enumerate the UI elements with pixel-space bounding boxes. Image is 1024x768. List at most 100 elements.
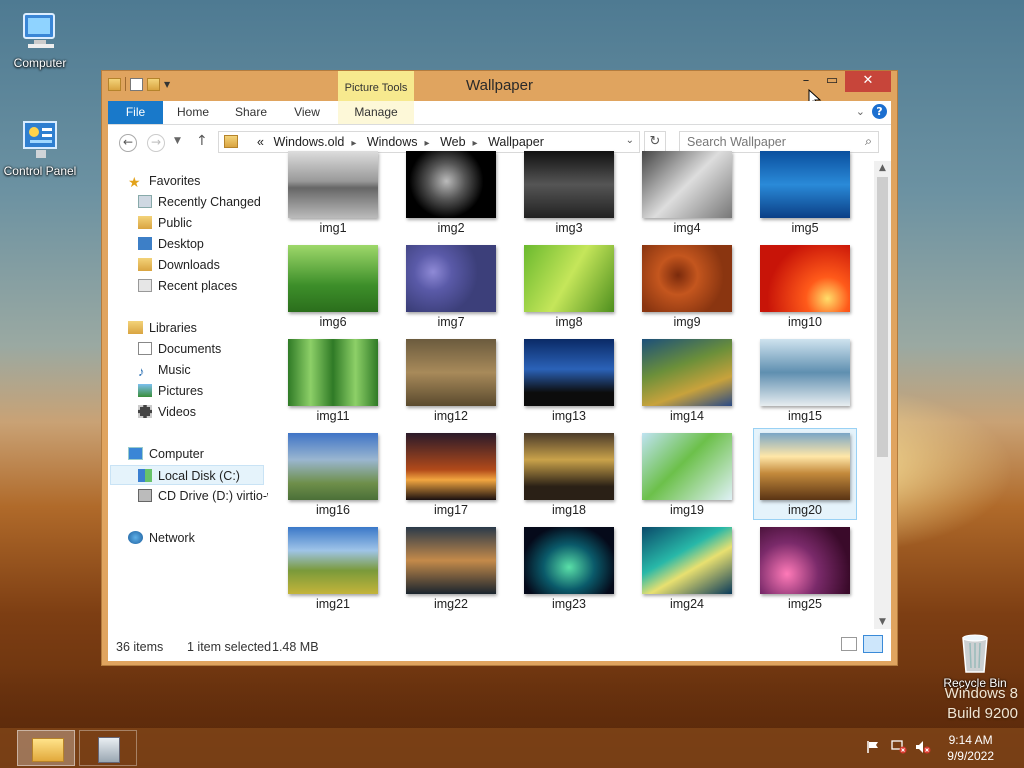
expand-ribbon-icon[interactable]: ⌄ (856, 105, 865, 118)
desktop-icon-control-panel[interactable]: Control Panel (0, 118, 80, 178)
breadcrumb-separator-icon[interactable]: ▸ (473, 138, 478, 149)
scroll-up-icon[interactable]: ▲ (874, 163, 891, 173)
nav-computer[interactable]: Computer (128, 444, 204, 464)
desktop-icon-computer[interactable]: Computer (0, 10, 80, 70)
thumbnail-view-icon[interactable] (863, 635, 883, 653)
system-clock[interactable]: 9:14 AM 9/9/2022 (947, 732, 994, 764)
file-thumbnail[interactable] (288, 245, 378, 312)
nav-recent-places[interactable]: Recent places (138, 276, 237, 296)
nav-local-disk[interactable]: Local Disk (C:) (110, 465, 264, 485)
file-thumbnail[interactable] (406, 433, 496, 500)
action-center-flag-icon[interactable] (866, 740, 880, 754)
nav-recently-changed[interactable]: Recently Changed (138, 192, 261, 212)
nav-public[interactable]: Public (138, 213, 192, 233)
address-bar[interactable]: « Windows.old ▸ Windows ▸ Web ▸ Wallpaper ⌄ (218, 131, 640, 153)
file-thumbnail[interactable] (760, 245, 850, 312)
nav-network[interactable]: Network (128, 528, 195, 548)
back-button[interactable]: ← (119, 134, 137, 152)
nav-desktop[interactable]: Desktop (138, 234, 204, 254)
tab-home[interactable]: Home (168, 101, 218, 124)
recent-locations-icon[interactable]: ▼ (174, 136, 181, 146)
server-manager-icon (98, 737, 120, 763)
desktop-icon-recycle-bin[interactable]: Recycle Bin (935, 630, 1015, 690)
help-icon[interactable]: ? (872, 104, 887, 119)
nav-label: Music (158, 363, 191, 377)
forward-button[interactable]: → (147, 134, 165, 152)
refresh-button[interactable]: ↻ (644, 131, 666, 153)
maximize-button[interactable]: ▭ (819, 71, 845, 92)
file-name-label: img17 (433, 503, 469, 517)
breadcrumb-item[interactable]: Wallpaper (488, 135, 544, 149)
file-thumbnail[interactable] (288, 527, 378, 594)
close-button[interactable]: ✕ (845, 71, 891, 92)
nav-documents[interactable]: Documents (138, 339, 221, 359)
file-thumbnail[interactable] (288, 433, 378, 500)
file-thumbnail[interactable] (642, 245, 732, 312)
nav-libraries[interactable]: Libraries (128, 318, 197, 338)
file-name-label: img23 (551, 597, 587, 611)
file-thumbnail[interactable] (524, 527, 614, 594)
network-disconnected-icon[interactable] (891, 740, 907, 754)
file-thumbnail[interactable] (642, 151, 732, 218)
file-thumbnail[interactable] (760, 527, 850, 594)
file-thumbnail[interactable] (288, 151, 378, 218)
file-name-label: img15 (787, 409, 823, 423)
nav-pictures[interactable]: Pictures (138, 381, 203, 401)
nav-downloads[interactable]: Downloads (138, 255, 220, 275)
volume-muted-icon[interactable] (915, 740, 931, 754)
file-thumbnail[interactable] (760, 151, 850, 218)
explorer-body: ★ Favorites Recently Changed Public Deskt… (108, 151, 891, 629)
search-input[interactable]: Search Wallpaper ⌕ (679, 131, 879, 153)
downloads-icon (138, 258, 152, 271)
breadcrumb-item[interactable]: Windows (367, 135, 418, 149)
file-thumbnail[interactable] (642, 339, 732, 406)
libraries-icon (128, 321, 143, 334)
tab-share[interactable]: Share (226, 101, 276, 124)
file-thumbnail[interactable] (406, 339, 496, 406)
scroll-down-icon[interactable]: ▼ (874, 617, 891, 627)
file-thumbnail[interactable] (524, 245, 614, 312)
folder-icon (138, 216, 152, 229)
watermark-line-2: Build 9200 (947, 705, 1018, 722)
details-view-icon[interactable] (841, 637, 857, 651)
folder-icon (224, 135, 238, 148)
tab-file[interactable]: File (108, 101, 163, 124)
breadcrumb-overflow[interactable]: « (257, 135, 264, 149)
breadcrumb-item[interactable]: Windows.old (273, 135, 344, 149)
nav-label: Recent places (158, 279, 238, 293)
nav-favorites[interactable]: ★ Favorites (128, 171, 200, 191)
file-thumbnail[interactable] (288, 339, 378, 406)
file-thumbnail[interactable] (642, 527, 732, 594)
taskbar-server-manager-button[interactable] (79, 730, 137, 766)
scrollbar-thumb[interactable] (877, 177, 888, 457)
file-thumbnail[interactable] (406, 245, 496, 312)
address-dropdown-icon[interactable]: ⌄ (626, 135, 634, 146)
file-thumbnail[interactable] (760, 339, 850, 406)
file-thumbnail[interactable] (406, 151, 496, 218)
file-thumbnail[interactable] (524, 433, 614, 500)
file-thumbnail[interactable] (642, 433, 732, 500)
file-thumbnail[interactable] (760, 433, 850, 500)
nav-music[interactable]: ♪ Music (138, 360, 191, 380)
breadcrumb-item[interactable]: Web (440, 135, 465, 149)
tab-view[interactable]: View (282, 101, 332, 124)
tab-manage[interactable]: Manage (338, 101, 414, 124)
title-bar[interactable]: ▼ Picture Tools Wallpaper – ▭ ✕ (102, 71, 897, 109)
breadcrumb-separator-icon[interactable]: ▸ (425, 138, 430, 149)
breadcrumb-separator-icon[interactable]: ▸ (351, 138, 356, 149)
file-thumbnail[interactable] (406, 527, 496, 594)
nav-cd-drive[interactable]: CD Drive (D:) virtio-w (138, 486, 268, 506)
up-arrow-icon[interactable]: ↑ (196, 133, 208, 149)
recent-places-icon (138, 279, 152, 292)
nav-videos[interactable]: Videos (138, 402, 196, 422)
file-thumbnail[interactable] (524, 151, 614, 218)
desktop-ground (0, 668, 1024, 728)
search-icon[interactable]: ⌕ (865, 134, 872, 149)
taskbar-explorer-button[interactable] (17, 730, 75, 766)
file-thumbnail[interactable] (524, 339, 614, 406)
file-name-label: img7 (437, 315, 465, 329)
nav-label: Public (158, 216, 193, 230)
desktop-icon-label: Control Panel (3, 164, 77, 178)
vertical-scrollbar[interactable]: ▲ ▼ (874, 161, 891, 629)
clock-date: 9/9/2022 (947, 749, 994, 763)
